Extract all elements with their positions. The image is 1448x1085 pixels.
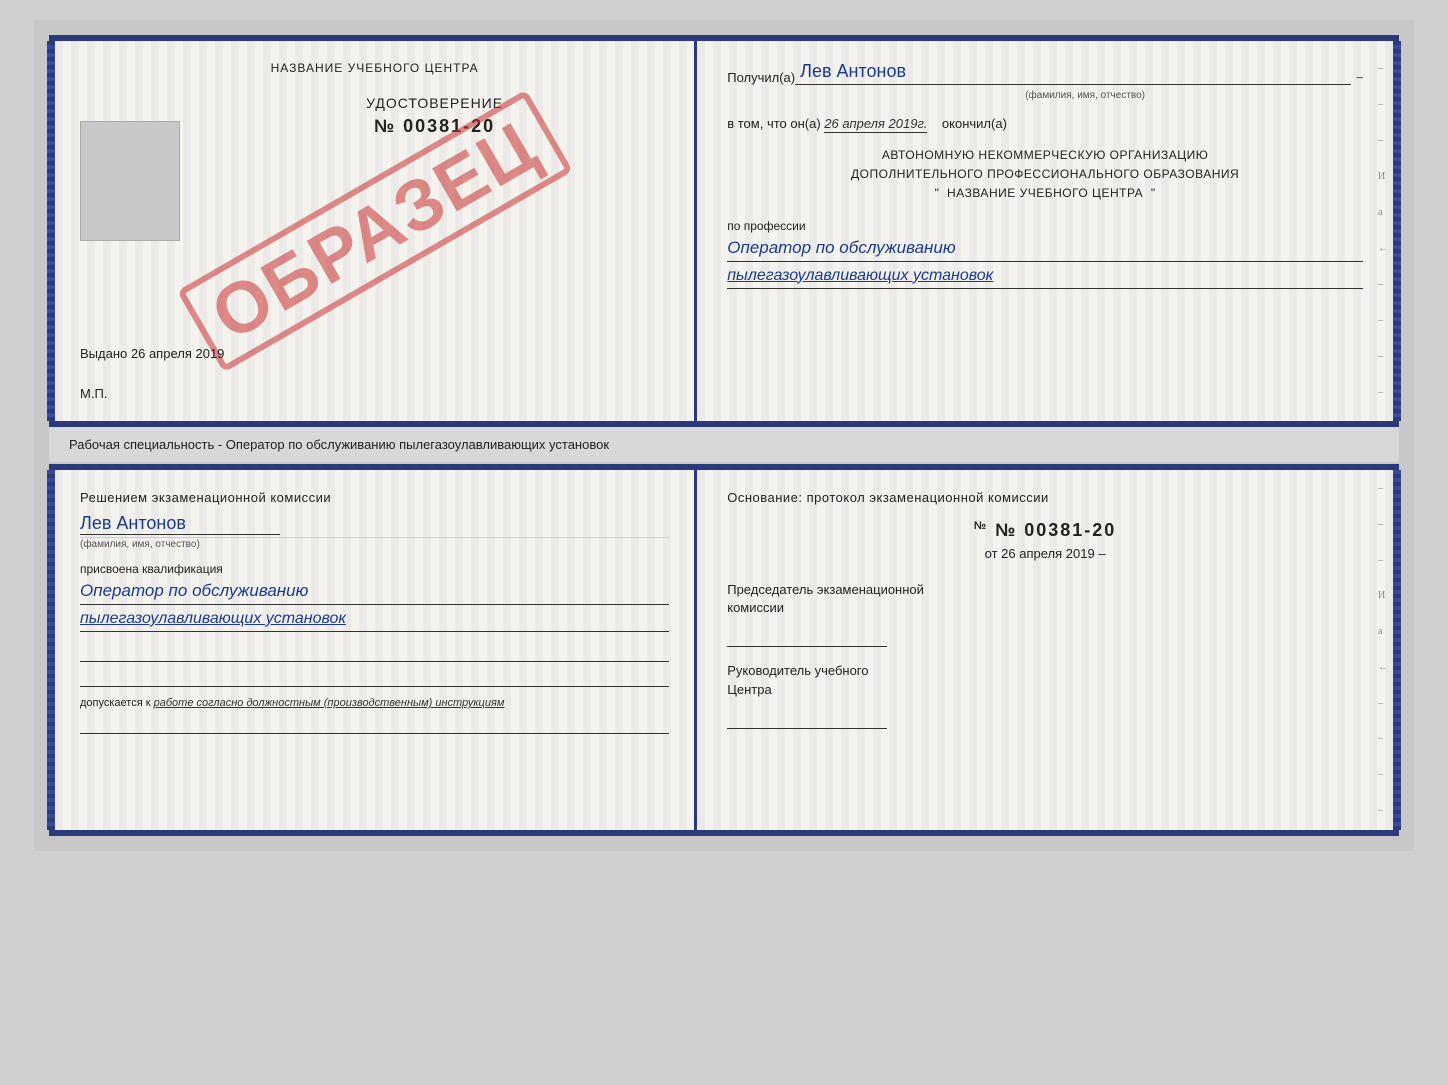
cert-vydano: Выдано 26 апреля 2019 (80, 346, 224, 361)
rukovoditel-line1: Руководитель учебного (727, 662, 1363, 680)
rukovoditel-sign-line (727, 704, 887, 729)
ot-date-value: 26 апреля 2019 (1001, 546, 1095, 561)
poluchil-label: Получил(а) (727, 70, 795, 85)
binding-bottom-left (47, 470, 55, 830)
vtom-suffix: окончил(а) (942, 116, 1007, 131)
dopuskaetsya-text: работе согласно должностным (производств… (154, 697, 505, 709)
profession-line1: Оператор по обслуживанию (727, 238, 1363, 262)
blank-line-1 (80, 642, 669, 662)
vydano-date: 26 апреля 2019 (131, 346, 225, 361)
cert-left-page: НАЗВАНИЕ УЧЕБНОГО ЦЕНТРА УДОСТОВЕРЕНИЕ №… (55, 41, 697, 421)
org-block: АВТОНОМНУЮ НЕКОММЕРЧЕСКУЮ ОРГАНИЗАЦИЮ ДО… (727, 146, 1363, 204)
po-professii-label: по профессии (727, 219, 1363, 233)
osnovanie-text: Основание: протокол экзаменационной коми… (727, 490, 1363, 505)
ot-dash: – (1098, 546, 1105, 561)
ot-date-line: от 26 апреля 2019 – (727, 546, 1363, 561)
resheniem-text: Решением экзаменационной комиссии (80, 490, 669, 505)
binding-bottom-right (1393, 470, 1401, 830)
binding-left (47, 41, 55, 421)
fio-hint-top: (фамилия, имя, отчество) (807, 90, 1363, 101)
profession-line2: пылегазоулавливающих установок (727, 267, 1363, 289)
prisvoyena-label: присвоена квалификация (80, 562, 669, 576)
poluchil-name: Лев Антонов (795, 61, 1351, 85)
bottom-name: Лев Антонов (80, 513, 280, 535)
rukovoditel-text: Руководитель учебного Центра (727, 662, 1363, 698)
school-name-top: НАЗВАНИЕ УЧЕБНОГО ЦЕНТРА (80, 61, 669, 75)
vtom-date: 26 апреля 2019г. (824, 116, 927, 133)
predsedatel-text: Председатель экзаменационной комиссии (727, 581, 1363, 617)
cert-right-page: Получил(а) Лев Антонов – (фамилия, имя, … (697, 41, 1393, 421)
org-line2: ДОПОЛНИТЕЛЬНОГО ПРОФЕССИОНАЛЬНОГО ОБРАЗО… (727, 165, 1363, 184)
vtom-prefix: в том, что он(а) (727, 116, 820, 131)
predsedatel-sign-line (727, 622, 887, 647)
bottom-fio-hint: (фамилия, имя, отчество) (80, 537, 669, 550)
poluchil-dash: – (1356, 69, 1363, 85)
bottom-qual2: пылегазоулавливающих установок (80, 610, 669, 632)
cert-udostoverenie-label: УДОСТОВЕРЕНИЕ (200, 95, 669, 111)
org-quote-close: " (1151, 186, 1156, 200)
photo-placeholder (80, 121, 180, 241)
bottom-certificate: Решением экзаменационной комиссии Лев Ан… (49, 464, 1399, 836)
org-quote-open: " (935, 186, 940, 200)
cert-mp: М.П. (80, 386, 107, 401)
side-dashes-bottom-right: – – – И а ← – – – – (1378, 470, 1388, 830)
blank-line-2 (80, 667, 669, 687)
bottom-qual1: Оператор по обслуживанию (80, 581, 669, 605)
poluchil-line: Получил(а) Лев Антонов – (727, 61, 1363, 85)
document-container: НАЗВАНИЕ УЧЕБНОГО ЦЕНТРА УДОСТОВЕРЕНИЕ №… (34, 20, 1414, 851)
rukovoditel-line2: Центра (727, 681, 1363, 699)
binding-right (1393, 41, 1401, 421)
vydano-label: Выдано (80, 346, 127, 361)
cert-bottom-left-page: Решением экзаменационной комиссии Лев Ан… (55, 470, 697, 830)
dopuskaetsya-block: допускается к работе согласно должностны… (80, 697, 669, 709)
org-line1: АВТОНОМНУЮ НЕКОММЕРЧЕСКУЮ ОРГАНИЗАЦИЮ (727, 146, 1363, 165)
bottom-name-block: Лев Антонов (фамилия, имя, отчество) (80, 513, 669, 550)
vtom-line: в том, что он(а) 26 апреля 2019г. окончи… (727, 116, 1363, 131)
predsedatel-line2: комиссии (727, 599, 1363, 617)
side-dashes-right: – – – И а ← – – – – (1378, 41, 1388, 421)
org-name-line: " НАЗВАНИЕ УЧЕБНОГО ЦЕНТРА " (727, 184, 1363, 203)
middle-text: Рабочая специальность - Оператор по обсл… (49, 427, 1399, 462)
ot-prefix: от (985, 546, 998, 561)
top-certificate: НАЗВАНИЕ УЧЕБНОГО ЦЕНТРА УДОСТОВЕРЕНИЕ №… (49, 35, 1399, 427)
predsedatel-line1: Председатель экзаменационной (727, 581, 1363, 599)
protokol-number: № № 00381-20 (727, 520, 1363, 541)
cert-number: № 00381-20 (200, 116, 669, 137)
protokol-number-value: № 00381-20 (995, 520, 1116, 540)
dopuskaetsya-prefix: допускается к (80, 697, 151, 709)
org-name: НАЗВАНИЕ УЧЕБНОГО ЦЕНТРА (947, 186, 1143, 200)
blank-line-3 (80, 714, 669, 734)
cert-bottom-right-page: Основание: протокол экзаменационной коми… (697, 470, 1393, 830)
